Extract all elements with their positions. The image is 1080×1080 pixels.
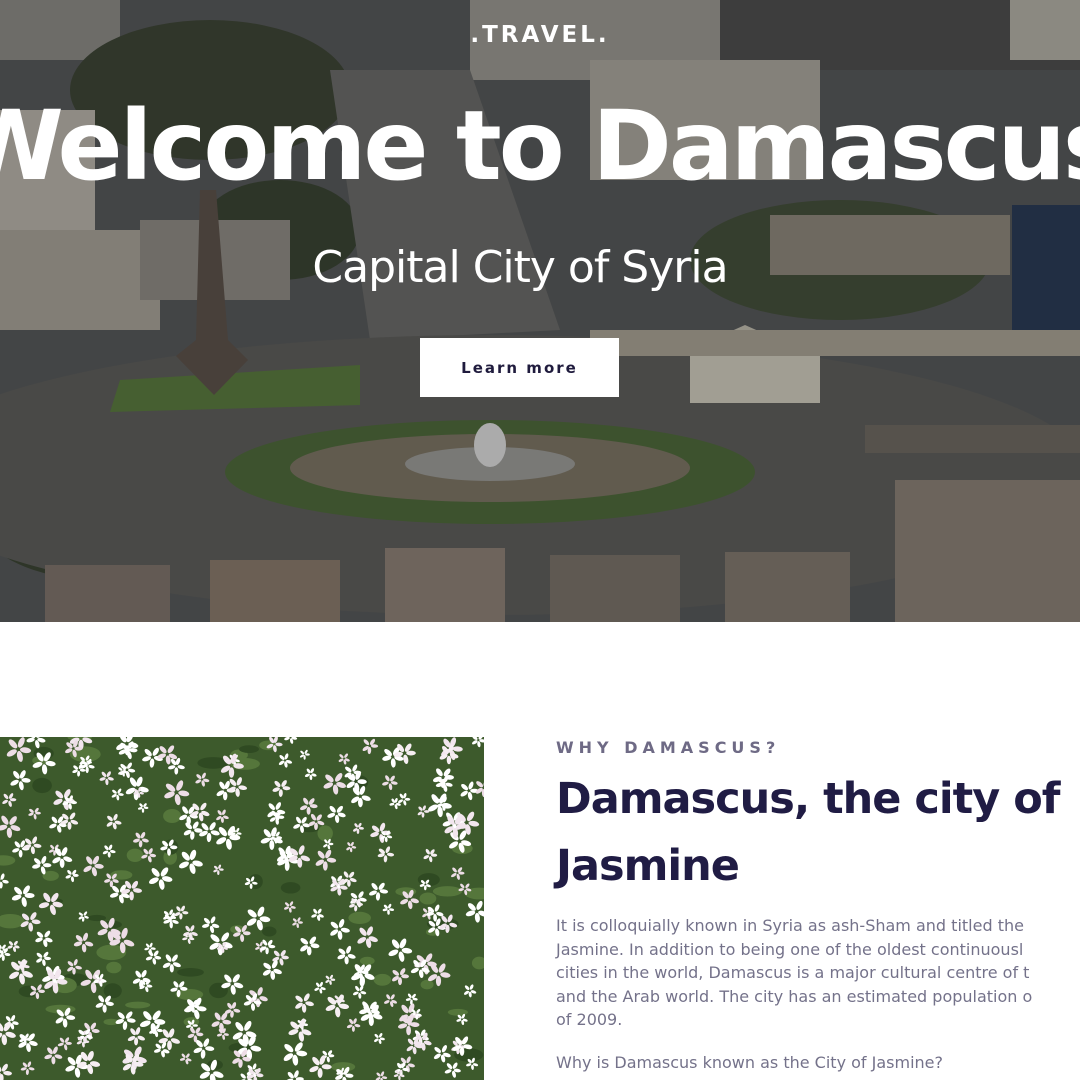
hero-section: .TRAVEL. Welcome to Damascus Capital Cit… — [0, 0, 1080, 622]
paragraph-line: and the Arab world. The city has an esti… — [556, 986, 1033, 1006]
learn-more-button[interactable]: Learn more — [420, 338, 619, 397]
section-title-line: Jasmine — [556, 841, 740, 891]
paragraph-line: It is colloquially known in Syria as ash… — [556, 916, 1024, 935]
hero-subtitle: Capital City of Syria — [312, 242, 728, 293]
paragraph-line: cities in the world, Damascus is a major… — [556, 963, 1030, 982]
paragraph-line: of 2009. — [556, 1010, 623, 1029]
hero-title: Welcome to Damascus — [0, 90, 1080, 202]
section-title: Damascus, the city of Jasmine — [556, 766, 1076, 900]
site-logo[interactable]: .TRAVEL. — [0, 22, 1080, 48]
jasmine-flowers-photo — [0, 737, 484, 1080]
section-title-line: Damascus, the city of — [556, 774, 1060, 824]
section-question: Why is Damascus known as the City of Jas… — [556, 1053, 943, 1072]
paragraph-line: Jasmine. In addition to being one of the… — [556, 939, 1024, 959]
section-paragraph: It is colloquially known in Syria as ash… — [556, 914, 1080, 1032]
section-eyebrow: WHY DAMASCUS? — [556, 738, 781, 757]
